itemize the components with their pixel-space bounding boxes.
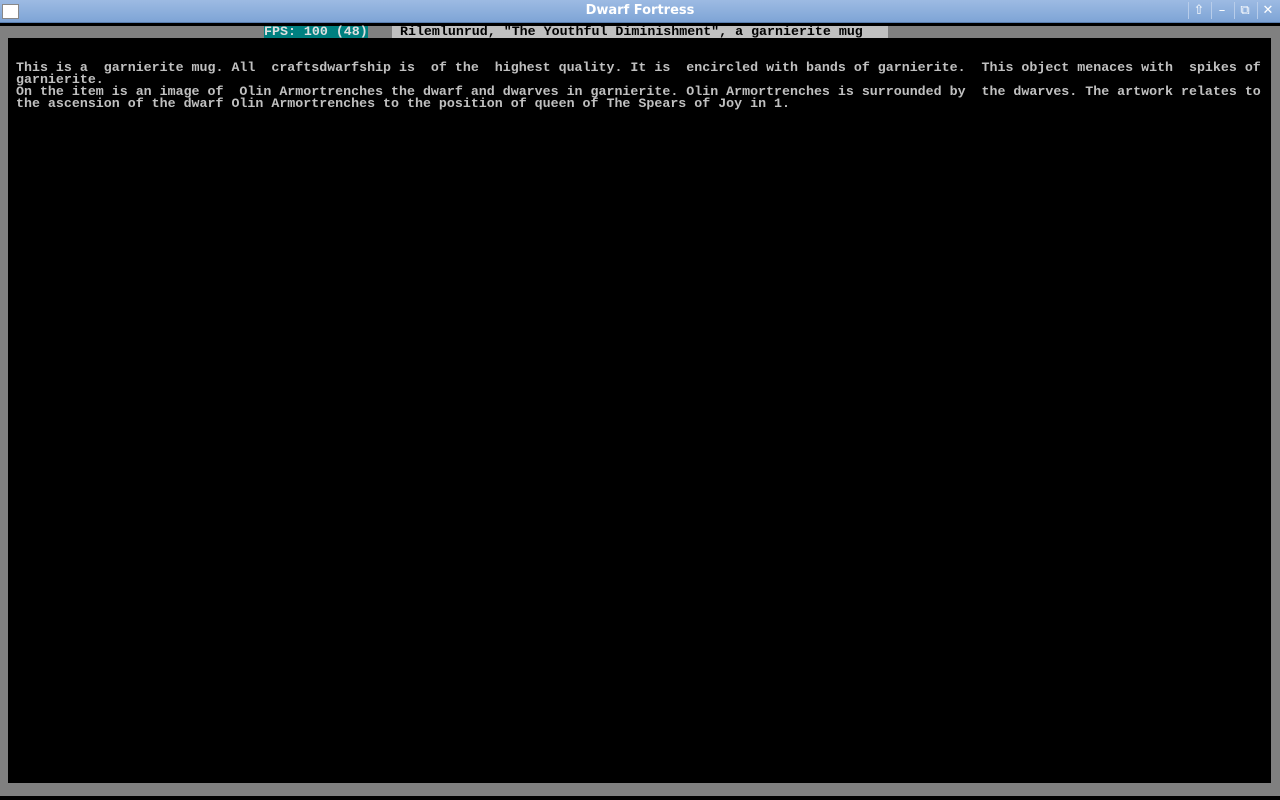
minimize-icon[interactable]: – [1211, 2, 1232, 19]
description-line: the ascension of the dwarf Olin Armortre… [16, 96, 791, 111]
item-title: Rilemlunrud, "The Youthful Diminishment"… [392, 25, 888, 38]
fps-counter: FPS: 100 (48) [264, 24, 368, 39]
description-line: This is a garnierite mug. All craftsdwar… [16, 60, 1261, 75]
game-screen [8, 38, 1271, 783]
item-description: This is a garnierite mug. All craftsdwar… [16, 50, 1261, 122]
shade-up-icon[interactable]: ⇧ [1188, 2, 1209, 19]
window-titlebar[interactable]: Dwarf Fortress ⇧ – ⧉ ✕ [0, 0, 1280, 23]
restore-icon[interactable]: ⧉ [1234, 2, 1255, 19]
window-title: Dwarf Fortress [585, 3, 695, 18]
close-icon[interactable]: ✕ [1257, 2, 1278, 19]
